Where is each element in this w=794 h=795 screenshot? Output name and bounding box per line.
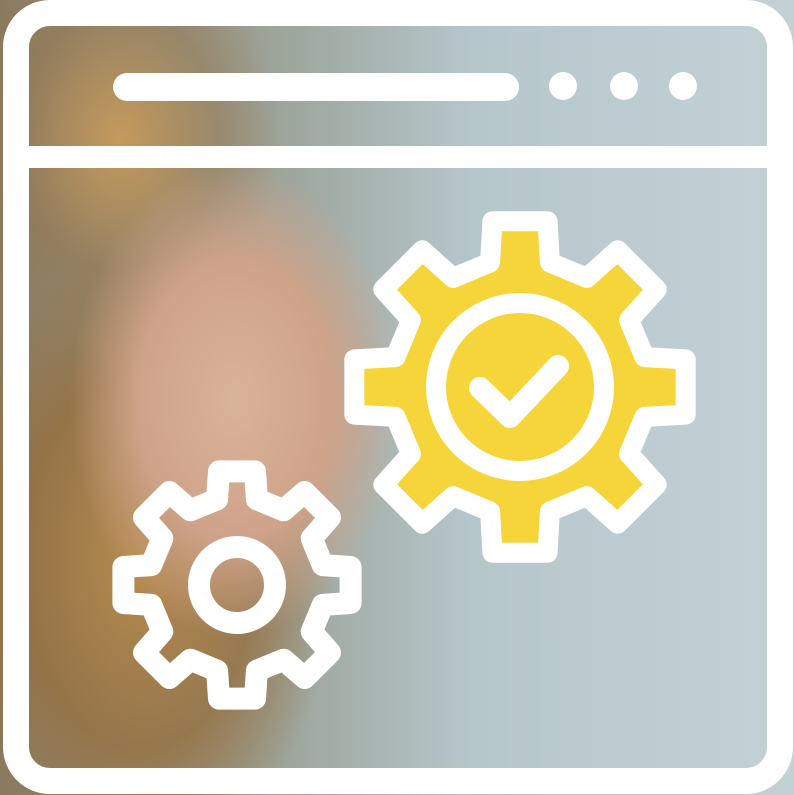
settings-illustration	[0, 0, 794, 795]
gear-icon	[112, 460, 362, 710]
gear-checkmark-icon	[344, 211, 696, 563]
browser-window-icon	[3, 0, 793, 794]
more-dots-icon	[549, 72, 697, 100]
